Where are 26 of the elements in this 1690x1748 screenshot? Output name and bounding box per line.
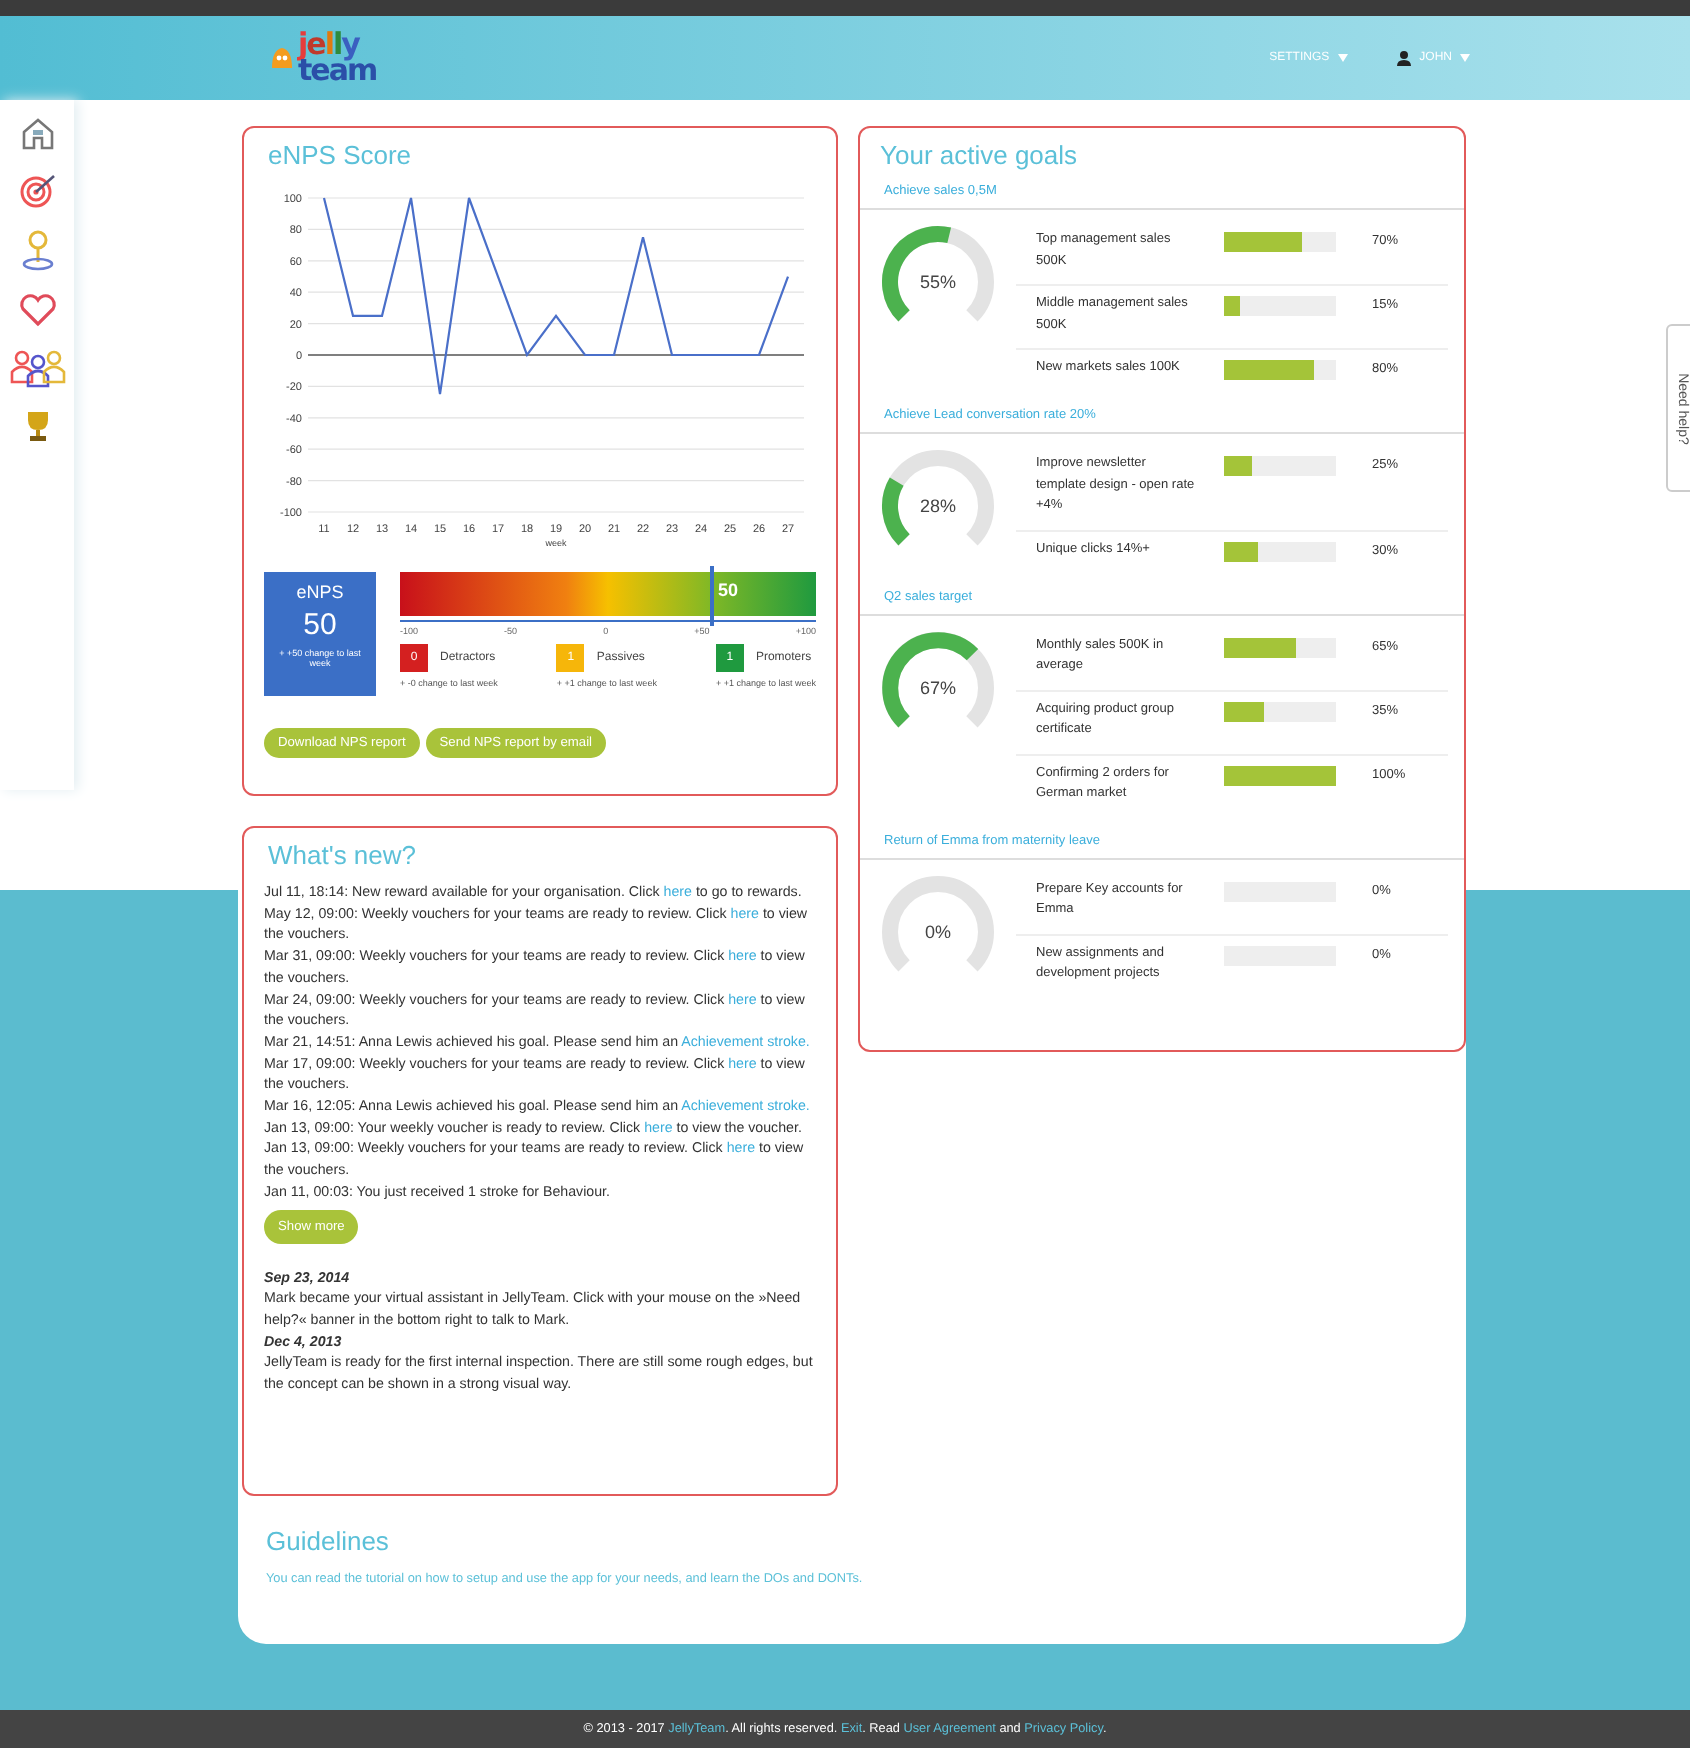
score-value: 50	[303, 608, 337, 642]
gauge-reading: 67%	[920, 677, 956, 697]
donut-gauge	[882, 875, 994, 971]
gauge-reading: 55%	[920, 272, 956, 292]
caret-icon	[1337, 54, 1348, 62]
donut-gauge	[882, 226, 994, 322]
gauge-reading: 28%	[920, 496, 956, 516]
panel-title: What's new?	[268, 840, 419, 870]
jelly-icon	[270, 46, 294, 70]
pin-icon[interactable]	[19, 228, 55, 272]
user-icon	[1395, 50, 1412, 66]
heart-icon[interactable]	[17, 292, 57, 328]
panel-title: eNPS Score	[268, 140, 414, 170]
caret-icon	[1460, 54, 1470, 62]
score-label: eNPS	[296, 582, 344, 602]
target-icon[interactable]	[17, 172, 57, 208]
home-icon[interactable]	[19, 116, 55, 152]
donut-gauge	[882, 450, 994, 546]
section-title: Guidelines	[266, 1526, 391, 1556]
logo-text[interactable]: team	[298, 58, 377, 84]
gauge-reading: 0%	[925, 921, 951, 941]
people-icon[interactable]	[9, 348, 65, 388]
panel-title: Your active goals	[880, 140, 1080, 170]
donut-gauge	[882, 631, 994, 727]
logo-text[interactable]: jelly	[298, 32, 377, 58]
gauge-reading: 50	[718, 580, 739, 600]
